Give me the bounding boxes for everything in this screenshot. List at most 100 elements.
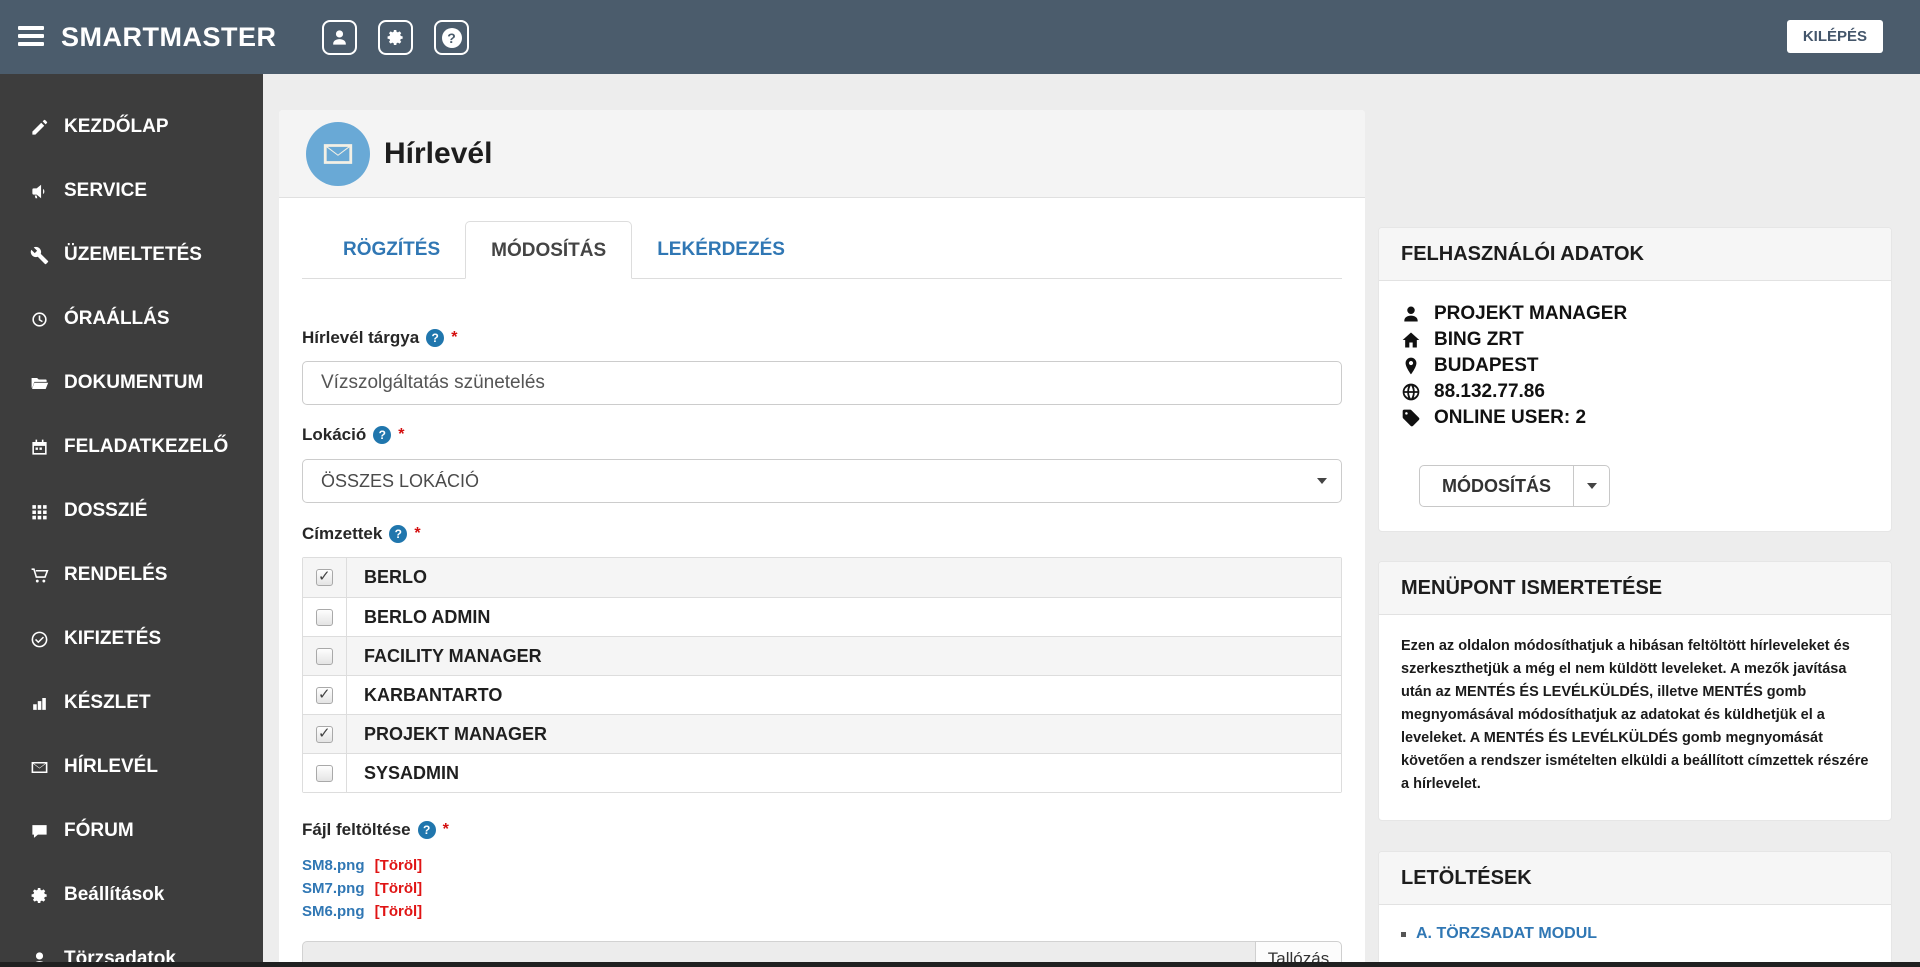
- sidebar-item-torzsadatok[interactable]: Törzsadatok: [0, 927, 263, 967]
- file-upload-label: Fájl feltöltése: [302, 820, 411, 839]
- file-row: SM8.png [Töröl]: [302, 857, 1342, 880]
- sidebar-item-uzemeltetes[interactable]: ÜZEMELTETÉS: [0, 223, 263, 287]
- sidebar-item-kezdolap[interactable]: KEZDŐLAP: [0, 95, 263, 159]
- sidebar-item-feladatkezelo[interactable]: FELADATKEZELŐ: [0, 415, 263, 479]
- help-icon[interactable]: ?: [417, 821, 436, 839]
- file-link[interactable]: SM6.png: [302, 903, 365, 920]
- modify-split-button[interactable]: MÓDOSÍTÁS: [1419, 465, 1611, 507]
- checkbox[interactable]: [316, 764, 333, 782]
- comment-icon: [30, 822, 49, 841]
- settings-button[interactable]: [378, 20, 413, 55]
- sidebar-item-dosszie[interactable]: DOSSZIÉ: [0, 479, 263, 543]
- recipients-label: Címzettek: [302, 524, 383, 543]
- checkbox[interactable]: [316, 724, 333, 743]
- sidebar: KEZDŐLAP SERVICE ÜZEMELTETÉS ÓRAÁLLÁS DO…: [0, 74, 263, 967]
- main-area: Hírlevél RÖGZÍTÉS MÓDOSÍTÁS LEKÉRDEZÉS H…: [263, 74, 1920, 967]
- required-asterisk: *: [414, 525, 421, 542]
- checkbox[interactable]: [316, 567, 333, 586]
- sidebar-item-forum[interactable]: FÓRUM: [0, 799, 263, 863]
- menu-info-panel: MENÜPONT ISMERTETÉSE Ezen az oldalon mód…: [1378, 561, 1892, 821]
- tag-icon: [1401, 408, 1421, 428]
- location-pin-icon: [1401, 356, 1421, 376]
- download-link[interactable]: A. TÖRZSADAT MODUL: [1416, 925, 1597, 943]
- sidebar-menu: KEZDŐLAP SERVICE ÜZEMELTETÉS ÓRAÁLLÁS DO…: [0, 74, 263, 967]
- sidebar-item-service[interactable]: SERVICE: [0, 159, 263, 223]
- help-icon[interactable]: ?: [373, 426, 392, 444]
- checkbox[interactable]: [316, 647, 333, 665]
- bottom-edge-strip: [0, 962, 1920, 967]
- recipients-label-row: Címzettek ? *: [302, 524, 1342, 544]
- recipient-row-sysadmin[interactable]: SYSADMIN: [303, 753, 1341, 792]
- help-icon: ?: [441, 27, 462, 48]
- file-row: SM6.png [Töröl]: [302, 903, 1342, 926]
- recipient-row-berlo-admin[interactable]: BERLO ADMIN: [303, 597, 1341, 636]
- file-link[interactable]: SM8.png: [302, 857, 365, 874]
- top-bar: SMARTMASTER ? KILÉPÉS: [0, 0, 1920, 74]
- menu-info-text: Ezen az oldalon módosíthatjuk a hibásan …: [1401, 638, 1869, 792]
- file-row: SM7.png [Töröl]: [302, 880, 1342, 903]
- tab-modositas[interactable]: MÓDOSÍTÁS: [465, 221, 633, 279]
- sidebar-item-kifizetes[interactable]: KIFIZETÉS: [0, 607, 263, 671]
- required-asterisk: *: [442, 821, 449, 838]
- location-select-value: ÖSSZES LOKÁCIÓ: [321, 470, 480, 491]
- recipients-list: BERLO BERLO ADMIN FACILITY MANAGER KARBA…: [302, 557, 1342, 793]
- location-label-row: Lokáció ? *: [302, 425, 1342, 445]
- chevron-down-icon: [1586, 483, 1597, 489]
- file-delete-link[interactable]: [Töröl]: [375, 903, 422, 920]
- city-row: BUDAPEST: [1401, 353, 1869, 379]
- help-button[interactable]: ?: [434, 20, 469, 55]
- newsletter-form: Hírlevél tárgya ? * Lokáció ? * ÖSSZES L…: [279, 328, 1365, 967]
- gear-icon: [30, 886, 49, 905]
- sidebar-item-beallitasok[interactable]: Beállítások: [0, 863, 263, 927]
- help-icon[interactable]: ?: [389, 525, 408, 543]
- folder-icon: [30, 374, 49, 393]
- user-name-row: PROJEKT MANAGER: [1401, 301, 1869, 327]
- file-upload-label-row: Fájl feltöltése ? *: [302, 820, 1342, 840]
- user-icon: [1401, 304, 1421, 324]
- sidebar-item-dokumentum[interactable]: DOKUMENTUM: [0, 351, 263, 415]
- help-icon[interactable]: ?: [426, 329, 445, 347]
- modify-button[interactable]: MÓDOSÍTÁS: [1420, 466, 1573, 506]
- required-asterisk: *: [398, 426, 405, 443]
- menu-toggle-icon[interactable]: [18, 26, 44, 48]
- required-asterisk: *: [451, 329, 458, 346]
- recipient-row-berlo[interactable]: BERLO: [303, 558, 1341, 597]
- sidebar-item-rendeles[interactable]: RENDELÉS: [0, 543, 263, 607]
- file-link[interactable]: SM7.png: [302, 880, 365, 897]
- gauge-icon: [30, 310, 49, 329]
- tab-rogzites[interactable]: RÖGZÍTÉS: [318, 221, 465, 279]
- tab-lekerdezes[interactable]: LEKÉRDEZÉS: [632, 221, 810, 279]
- logout-button[interactable]: KILÉPÉS: [1786, 20, 1883, 53]
- ip-address-row: 88.132.77.86: [1401, 379, 1869, 405]
- profile-button[interactable]: [322, 20, 357, 55]
- recipient-row-projekt-manager[interactable]: PROJEKT MANAGER: [303, 714, 1341, 753]
- user-data-panel-title: FELHASZNÁLÓI ADATOK: [1379, 228, 1891, 281]
- megaphone-icon: [30, 182, 49, 201]
- check-circle-icon: [30, 630, 49, 649]
- wrench-icon: [30, 246, 49, 265]
- grid-icon: [30, 502, 49, 521]
- file-delete-link[interactable]: [Töröl]: [375, 857, 422, 874]
- home-icon: [1401, 330, 1421, 350]
- chevron-down-icon: [1317, 478, 1327, 484]
- sidebar-item-hirlevel[interactable]: HÍRLEVÉL: [0, 735, 263, 799]
- file-delete-link[interactable]: [Töröl]: [375, 880, 422, 897]
- sidebar-item-oraallas[interactable]: ÓRAÁLLÁS: [0, 287, 263, 351]
- newsletter-envelope-icon: [306, 121, 370, 186]
- uploaded-files: SM8.png [Töröl] SM7.png [Töröl] SM6.png …: [302, 857, 1342, 926]
- location-select[interactable]: ÖSSZES LOKÁCIÓ: [302, 459, 1342, 503]
- checkbox[interactable]: [316, 685, 333, 704]
- checkbox[interactable]: [316, 608, 333, 626]
- subject-label: Hírlevél tárgya: [302, 328, 420, 347]
- sidebar-item-keszlet[interactable]: KÉSZLET: [0, 671, 263, 735]
- subject-label-row: Hírlevél tárgya ? *: [302, 328, 1342, 348]
- modify-dropdown-toggle[interactable]: [1573, 466, 1609, 506]
- globe-icon: [1401, 382, 1421, 402]
- company-row: BING ZRT: [1401, 327, 1869, 353]
- user-data-panel: FELHASZNÁLÓI ADATOK PROJEKT MANAGER BING…: [1378, 227, 1892, 532]
- recipient-row-karbantarto[interactable]: KARBANTARTO: [303, 675, 1341, 714]
- download-row: A. TÖRZSADAT MODUL: [1401, 925, 1869, 943]
- card-header: Hírlevél: [279, 110, 1365, 198]
- subject-input[interactable]: [302, 361, 1342, 405]
- recipient-row-facility-manager[interactable]: FACILITY MANAGER: [303, 636, 1341, 675]
